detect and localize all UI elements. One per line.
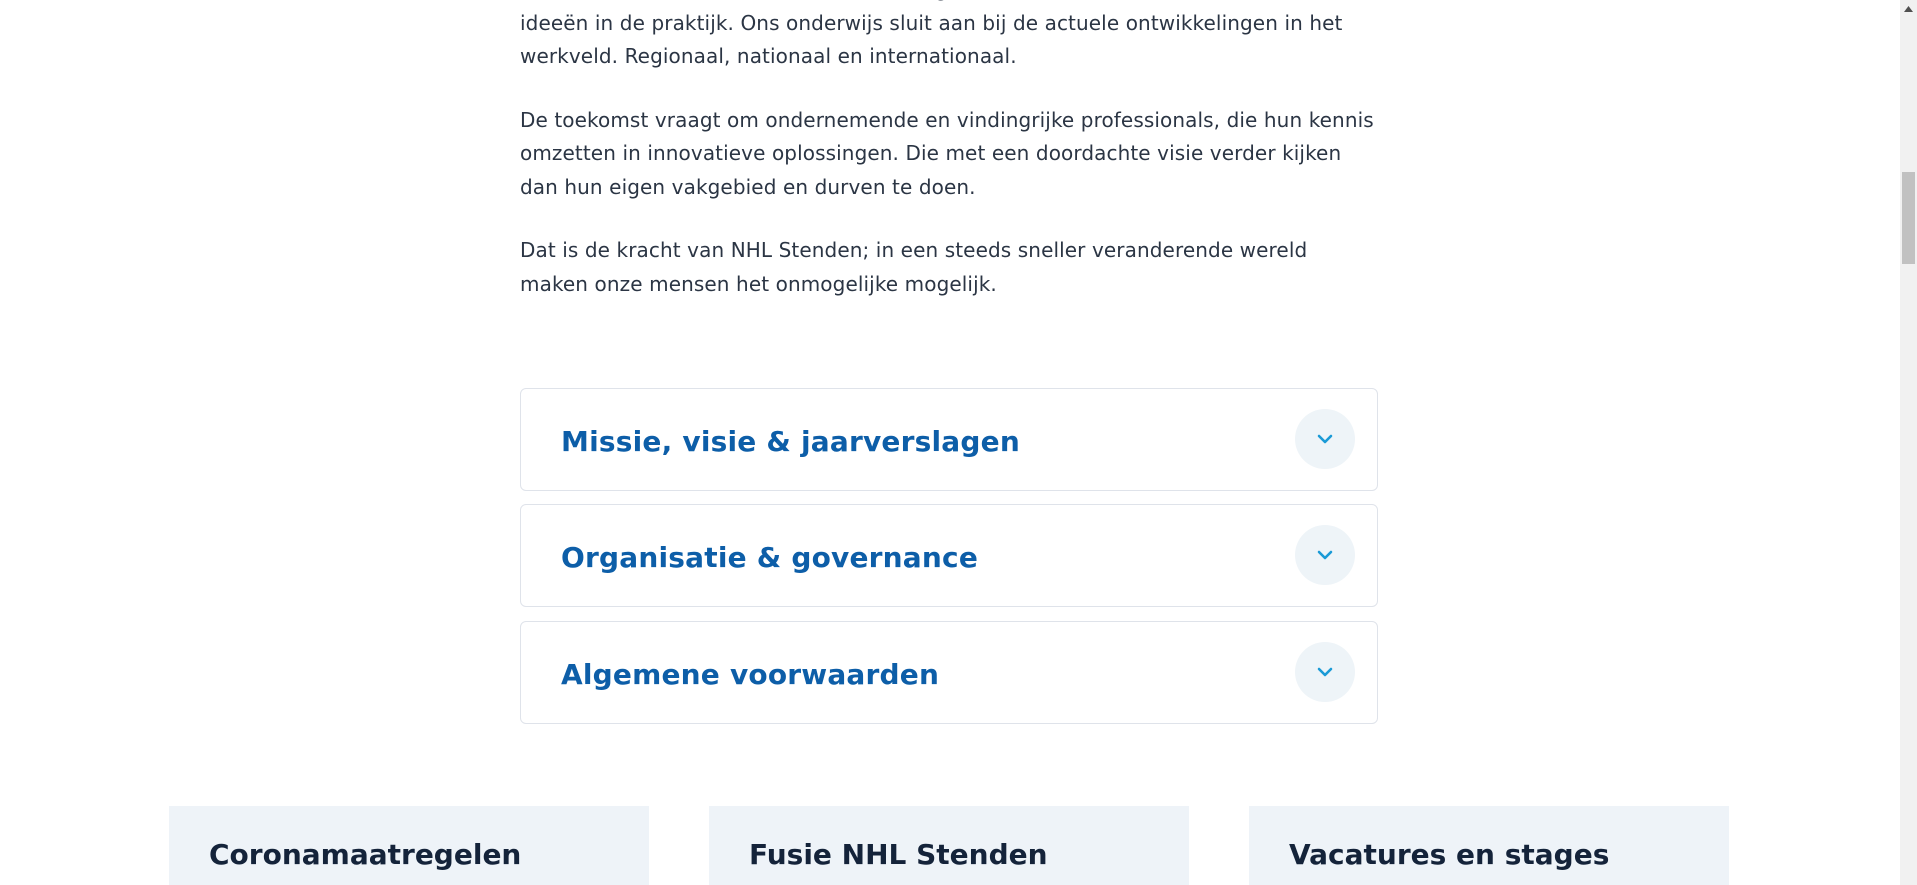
page: Werken in kleine teams aan real-life vra… [0, 0, 1917, 885]
accordion-missie-visie[interactable]: Missie, visie & jaarverslagen [520, 388, 1378, 491]
accordion-toggle-button[interactable] [1295, 409, 1355, 469]
card-title: Vacatures en stages [1289, 838, 1610, 871]
chevron-down-icon [1317, 667, 1333, 677]
intro-paragraph-3: Dat is de kracht van NHL Stenden; in een… [520, 238, 1308, 296]
intro-text: Werken in kleine teams aan real-life vra… [520, 0, 1380, 331]
scrollbar-thumb[interactable] [1902, 172, 1915, 264]
vertical-scrollbar[interactable] [1900, 0, 1917, 885]
accordion-voorwaarden[interactable]: Algemene voorwaarden [520, 621, 1378, 724]
triangle-up-icon [1904, 5, 1913, 12]
card-title: Coronamaatregelen [209, 838, 522, 871]
accordion-title: Algemene voorwaarden [561, 658, 940, 691]
chevron-down-icon [1317, 550, 1333, 560]
chevron-down-icon [1317, 434, 1333, 444]
card-vacatures[interactable]: Vacatures en stages [1249, 806, 1729, 885]
card-title: Fusie NHL Stenden [749, 838, 1048, 871]
scroll-up-button[interactable] [1900, 0, 1917, 17]
accordion-title: Missie, visie & jaarverslagen [561, 425, 1020, 458]
accordion-toggle-button[interactable] [1295, 642, 1355, 702]
card-coronamaatregelen[interactable]: Coronamaatregelen [169, 806, 649, 885]
accordion-title: Organisatie & governance [561, 541, 979, 574]
intro-paragraph-2: De toekomst vraagt om ondernemende en vi… [520, 107, 1374, 199]
card-fusie[interactable]: Fusie NHL Stenden [709, 806, 1189, 885]
intro-paragraph-1: Werken in kleine teams aan real-life vra… [520, 0, 1343, 68]
accordion-organisatie[interactable]: Organisatie & governance [520, 504, 1378, 607]
accordion-toggle-button[interactable] [1295, 525, 1355, 585]
